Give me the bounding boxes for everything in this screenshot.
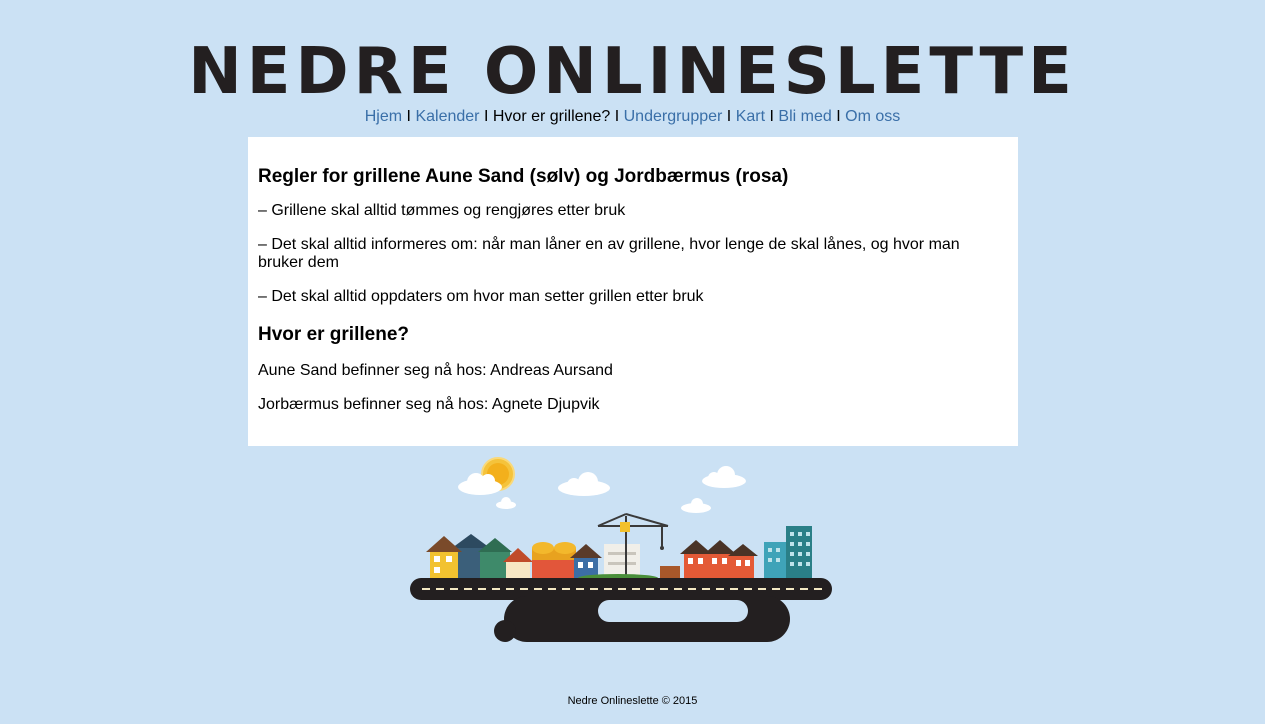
main-nav: Hjem I Kalender I Hvor er grillene? I Un… <box>0 107 1265 127</box>
nav-link-undergrupper[interactable]: Undergrupper <box>624 108 723 125</box>
location-heading: Hvor er grillene? <box>258 324 409 345</box>
nav-link-kalender[interactable]: Kalender <box>415 108 479 125</box>
location-item: Jorbærmus befinner seg nå hos: Agnete Dj… <box>258 396 600 413</box>
town-illustration <box>410 457 832 642</box>
road <box>410 578 832 642</box>
nav-separator: I <box>836 108 841 125</box>
rule-item: – Grillene skal alltid tømmes og rengjør… <box>258 202 626 219</box>
rule-item: – Det skal alltid informeres om: når man… <box>258 236 960 271</box>
nav-link-kart[interactable]: Kart <box>736 108 765 125</box>
rule-item: – Det skal alltid oppdaters om hvor man … <box>258 288 704 305</box>
footer-text: Nedre Onlineslette © 2015 <box>567 695 698 707</box>
content-panel: Regler for grillene Aune Sand (sølv) og … <box>248 137 1018 446</box>
location-item: Aune Sand befinner seg nå hos: Andreas A… <box>258 362 613 379</box>
nav-separator: I <box>406 108 411 125</box>
rules-heading: Regler for grillene Aune Sand (sølv) og … <box>258 166 789 187</box>
nav-separator: I <box>483 108 489 125</box>
nav-separator: I <box>769 108 774 125</box>
nav-separator: I <box>614 108 620 125</box>
nav-separator: I <box>726 108 732 125</box>
buildings <box>426 513 812 582</box>
site-title: NEDRE ONLINESLETTE <box>188 35 1077 109</box>
nav-link-hjem[interactable]: Hjem <box>365 108 402 125</box>
nav-link-bli-med[interactable]: Bli med <box>778 108 831 125</box>
nav-link-om-oss[interactable]: Om oss <box>845 108 900 125</box>
nav-current-hvor-er-grillene: Hvor er grillene? <box>492 108 611 125</box>
